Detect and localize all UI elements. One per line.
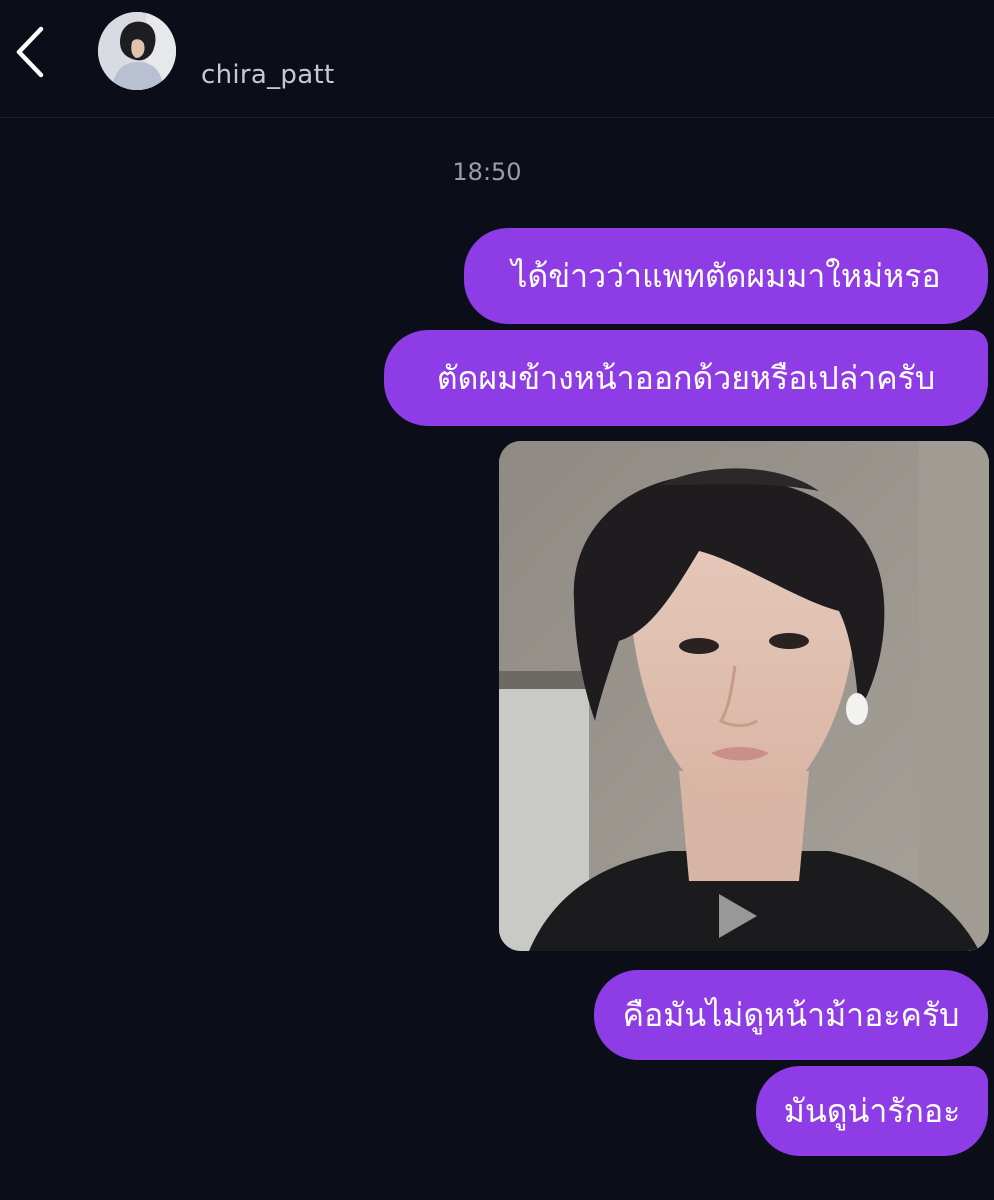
chevron-left-icon (16, 26, 44, 78)
message-timestamp: 18:50 (0, 158, 994, 186)
video-thumbnail (499, 441, 989, 951)
chat-header: chira_patt (0, 0, 994, 118)
chat-username[interactable]: chira_patt (201, 60, 334, 90)
timestamp-text: 18:50 (452, 158, 522, 186)
chat-screen: chira_patt 18:50 ได้ข่าวว่าแพทตัดผมมาใหม… (0, 0, 994, 1200)
message-bubble[interactable]: ได้ข่าวว่าแพทตัดผมมาใหม่หรอ (464, 228, 988, 324)
message-bubble[interactable]: มันดูน่ารักอะ (756, 1066, 988, 1156)
avatar[interactable] (98, 12, 176, 90)
back-button[interactable] (10, 22, 50, 82)
video-message[interactable] (499, 441, 989, 951)
play-icon[interactable] (715, 891, 759, 941)
message-bubble[interactable]: ตัดผมข้างหน้าออกด้วยหรือเปล่าครับ (384, 330, 988, 426)
avatar-image (98, 12, 176, 90)
message-bubble[interactable]: คือมันไม่ดูหน้าม้าอะครับ (594, 970, 988, 1060)
